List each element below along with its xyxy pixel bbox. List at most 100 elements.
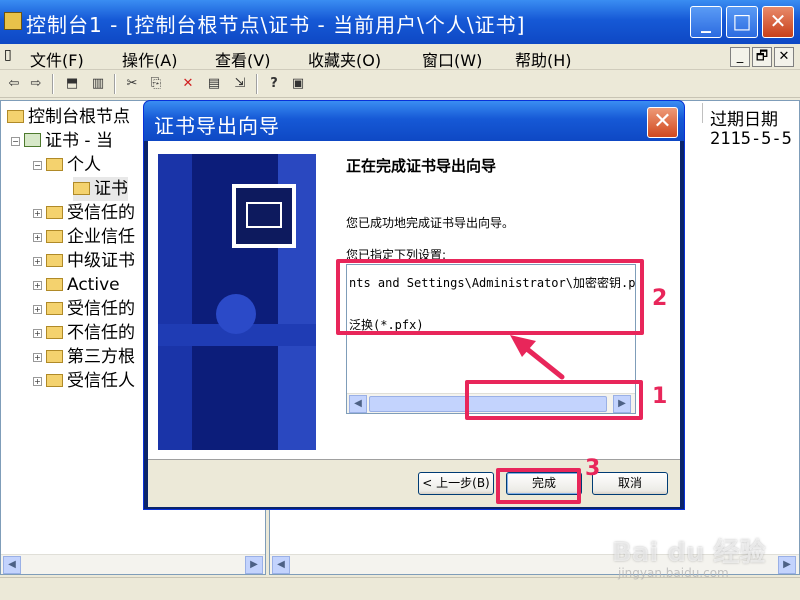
open-folder-icon: [73, 182, 90, 195]
annotation-box-scrollbar: [465, 380, 643, 420]
wizard-heading: 正在完成证书导出向导: [346, 157, 497, 175]
annotation-box-file-path: [336, 259, 644, 335]
title-bar: 控制台1 - [控制台根节点\证书 - 当前用户\个人\证书] _ □ ✕: [0, 0, 800, 44]
tree-item-label: 中级证书: [67, 251, 135, 271]
show-hide-tree-icon[interactable]: ▥: [88, 74, 108, 94]
tree-item-label: 控制台根节点: [28, 107, 130, 127]
scroll-right-arrow-icon[interactable]: ▶: [778, 556, 796, 574]
tree-item-third-party-root[interactable]: + 第三方根: [33, 345, 135, 369]
up-one-level-icon[interactable]: ⬒: [62, 74, 82, 94]
wizard-banner-image: [158, 154, 316, 450]
back-button[interactable]: < 上一步(B): [418, 472, 494, 495]
annotation-marker-3: 3: [585, 456, 601, 481]
menu-window[interactable]: 窗口(W): [422, 47, 482, 71]
collapse-icon[interactable]: −: [11, 137, 20, 146]
tree-item-intermediate[interactable]: + 中级证书: [33, 249, 135, 273]
scroll-left-arrow-icon[interactable]: ◀: [349, 395, 367, 413]
scroll-left-arrow-icon[interactable]: ◀: [3, 556, 21, 574]
cancel-button[interactable]: 取消: [592, 472, 668, 495]
tree-item-label: 证书 - 当: [45, 131, 113, 151]
minimize-button[interactable]: _: [690, 6, 722, 38]
certificate-export-icon: [232, 184, 296, 248]
expand-icon[interactable]: +: [33, 353, 42, 362]
tree-item-label: 证书: [94, 179, 128, 199]
watermark-url: jingyan.baidu.com: [618, 566, 729, 580]
collapse-icon[interactable]: −: [33, 161, 42, 170]
toolbar-separator: [256, 74, 258, 94]
expand-icon[interactable]: +: [33, 377, 42, 386]
menu-bar: ▯ 文件(F) 操作(A) 查看(V) 收藏夹(O) 窗口(W) 帮助(H) _…: [0, 44, 800, 70]
tree-item-label: Active: [67, 275, 120, 295]
maximize-button[interactable]: □: [726, 6, 758, 38]
expand-icon[interactable]: +: [33, 329, 42, 338]
new-window-icon[interactable]: ▣: [288, 74, 308, 94]
tree-item-certificates-current-user[interactable]: − 证书 - 当: [11, 129, 113, 153]
tree-item-active-directory[interactable]: + Active: [33, 273, 120, 297]
expand-icon[interactable]: +: [33, 305, 42, 314]
tree-item-trusted-root[interactable]: + 受信任的: [33, 201, 135, 225]
mdi-close-button[interactable]: ✕: [774, 47, 794, 67]
tree-item-label: 受信任的: [67, 299, 135, 319]
expand-icon[interactable]: +: [33, 233, 42, 242]
folder-icon: [46, 158, 63, 171]
mmc-app-icon[interactable]: [4, 12, 22, 30]
folder-icon: [46, 206, 63, 219]
expand-icon[interactable]: +: [33, 257, 42, 266]
cut-icon[interactable]: ✂: [122, 74, 142, 94]
annotation-arrow-icon: [510, 335, 565, 380]
window-title: 控制台1 - [控制台根节点\证书 - 当前用户\个人\证书]: [26, 13, 526, 37]
tree-item-personal-certificates[interactable]: 证书: [73, 177, 128, 201]
properties-icon[interactable]: ▤: [204, 74, 224, 94]
wizard-title-bar[interactable]: 证书导出向导 ✕: [144, 101, 684, 141]
certificate-store-icon: [24, 133, 41, 147]
back-icon[interactable]: ⇦: [4, 74, 24, 94]
tree-item-label: 受信任人: [67, 371, 135, 391]
folder-icon: [46, 254, 63, 267]
annotation-marker-1: 1: [652, 384, 668, 409]
status-bar: [0, 577, 800, 600]
folder-icon: [46, 350, 63, 363]
column-header-expiry[interactable]: 过期日期: [710, 105, 778, 130]
tree-item-personal[interactable]: − 个人: [33, 153, 101, 177]
wizard-close-button[interactable]: ✕: [647, 107, 678, 138]
folder-icon: [46, 278, 63, 291]
menu-favorites[interactable]: 收藏夹(O): [308, 47, 381, 71]
tree-item-console-root[interactable]: 控制台根节点: [7, 105, 130, 129]
menu-action[interactable]: 操作(A): [122, 47, 177, 71]
scroll-right-arrow-icon[interactable]: ▶: [245, 556, 263, 574]
expand-icon[interactable]: +: [33, 209, 42, 218]
toolbar-separator: [52, 74, 54, 94]
cell-expiry-date: 2115-5-5: [710, 129, 792, 149]
mdi-restore-button[interactable]: 🗗: [752, 47, 772, 67]
column-divider[interactable]: [702, 103, 703, 123]
wizard-description: 您已成功地完成证书导出向导。: [346, 216, 515, 230]
folder-icon: [7, 110, 24, 123]
tree-item-trusted-publishers[interactable]: + 受信任的: [33, 297, 135, 321]
expand-icon[interactable]: +: [33, 281, 42, 290]
menu-file[interactable]: 文件(F): [30, 47, 84, 71]
menu-help[interactable]: 帮助(H): [515, 47, 572, 71]
tree-item-enterprise-trust[interactable]: + 企业信任: [33, 225, 135, 249]
mdi-minimize-button[interactable]: _: [730, 47, 750, 67]
annotation-box-finish: [496, 468, 581, 504]
wizard-title: 证书导出向导: [154, 114, 280, 138]
tree-item-label: 第三方根: [67, 347, 135, 367]
forward-icon[interactable]: ⇨: [26, 74, 46, 94]
tree-horizontal-scrollbar[interactable]: ◀ ▶: [1, 554, 265, 574]
toolbar: ⇦ ⇨ ⬒ ▥ ✂ ⎘ ✕ ▤ ⇲ ? ▣: [0, 70, 800, 98]
tree-item-label: 不信任的: [67, 323, 135, 343]
folder-icon: [46, 326, 63, 339]
tree-item-trusted-people[interactable]: + 受信任人: [33, 369, 135, 393]
menu-view[interactable]: 查看(V): [215, 47, 270, 71]
tree-item-untrusted[interactable]: + 不信任的: [33, 321, 135, 345]
folder-icon: [46, 302, 63, 315]
close-button[interactable]: ✕: [762, 6, 794, 38]
mdi-system-icon[interactable]: ▯: [4, 47, 12, 63]
scroll-left-arrow-icon[interactable]: ◀: [272, 556, 290, 574]
export-list-icon[interactable]: ⇲: [230, 74, 250, 94]
tree-item-label: 企业信任: [67, 227, 135, 247]
help-icon[interactable]: ?: [264, 74, 284, 94]
delete-icon[interactable]: ✕: [178, 74, 198, 94]
folder-icon: [46, 230, 63, 243]
copy-icon[interactable]: ⎘: [146, 74, 166, 94]
